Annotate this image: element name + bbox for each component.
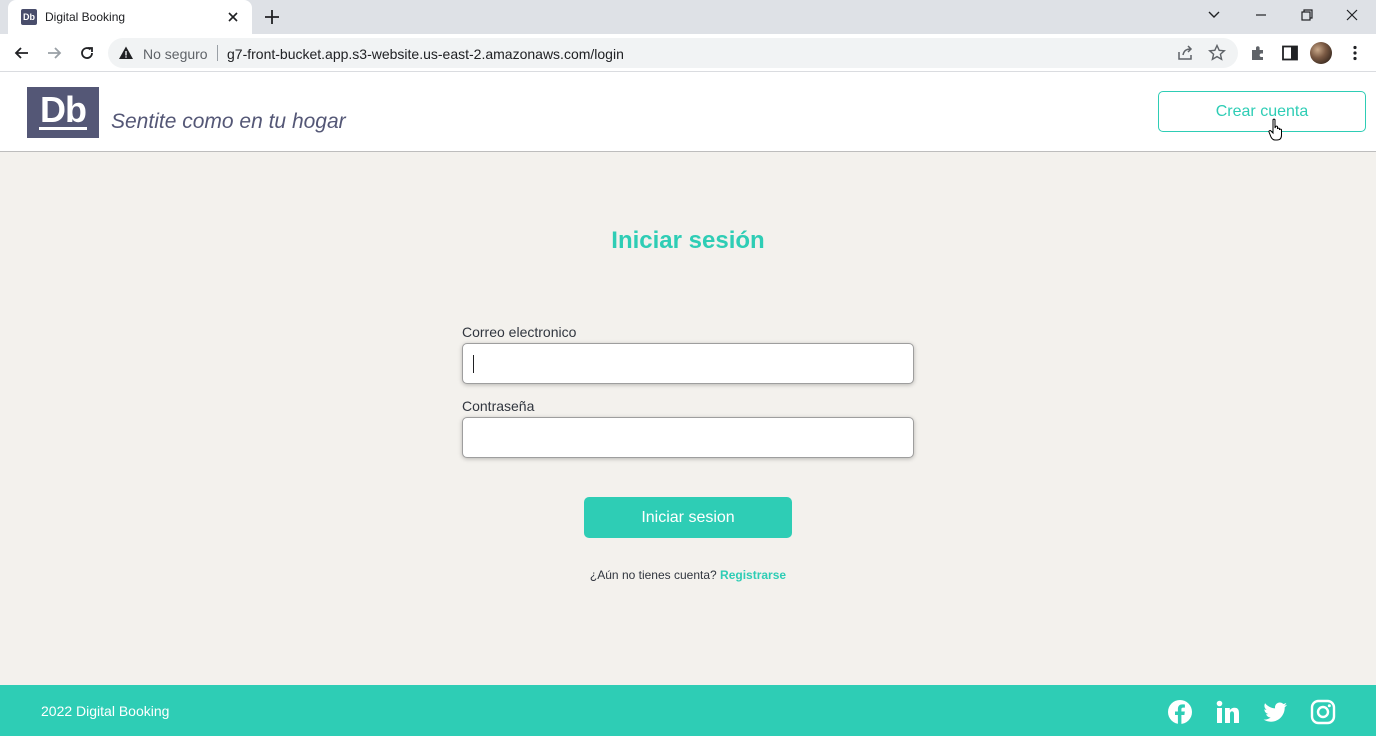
linkedin-icon[interactable] [1215,699,1241,725]
register-link[interactable]: Registrarse [720,568,786,582]
hand-pointer-icon [1268,118,1282,141]
bookmark-star-icon[interactable] [1207,43,1227,63]
site-slogan: Sentite como en tu hogar [111,110,346,133]
email-field[interactable] [462,343,914,384]
create-account-button[interactable]: Crear cuenta [1158,91,1366,132]
page-title: Iniciar sesión [611,227,765,254]
email-label: Correo electronico [462,324,577,340]
tab-title: Digital Booking [45,10,126,24]
restore-icon[interactable] [1293,4,1319,26]
copyright-text: 2022 Digital Booking [41,703,170,719]
reload-icon[interactable] [77,43,97,63]
minimize-icon[interactable] [1248,4,1274,26]
profile-avatar[interactable] [1310,42,1332,64]
twitter-icon[interactable] [1262,699,1288,725]
new-tab-icon[interactable] [262,7,282,27]
close-tab-icon[interactable] [224,8,242,26]
browser-toolbar: No seguro g7-front-bucket.app.s3-website… [0,34,1376,72]
site-header: Db Sentite como en tu hogar Crear cuenta [0,72,1376,152]
menu-kebab-icon[interactable] [1345,43,1365,63]
browser-tab[interactable]: Db Digital Booking [8,0,252,34]
password-label: Contraseña [462,398,535,414]
warning-icon[interactable] [118,45,134,61]
password-field[interactable] [462,417,914,458]
instagram-icon[interactable] [1310,699,1336,725]
register-prompt: ¿Aún no tienes cuenta? Registrarse [0,568,1376,582]
logo-text: Db [40,89,87,130]
address-bar[interactable]: No seguro g7-front-bucket.app.s3-website… [108,38,1238,68]
facebook-icon[interactable] [1167,699,1193,725]
tab-search-icon[interactable] [1201,4,1227,26]
back-arrow-icon[interactable] [12,43,32,63]
url-text[interactable]: g7-front-bucket.app.s3-website.us-east-2… [227,46,624,62]
side-panel-icon[interactable] [1280,43,1300,63]
site-logo[interactable]: Db [27,87,99,138]
close-window-icon[interactable] [1339,4,1365,26]
address-divider [217,45,218,61]
no-account-text: ¿Aún no tienes cuenta? [589,568,717,582]
forward-arrow-icon[interactable] [44,43,64,63]
text-caret [473,355,474,373]
site-footer: 2022 Digital Booking [0,685,1376,736]
share-icon[interactable] [1175,43,1195,63]
extensions-puzzle-icon[interactable] [1248,43,1268,63]
security-status[interactable]: No seguro [143,46,208,62]
browser-tab-strip: Db Digital Booking [0,0,1376,34]
login-section: Iniciar sesión Correo electronico Contra… [0,153,1376,685]
tab-favicon-icon: Db [21,9,37,25]
logo-underline [39,127,87,130]
login-submit-button[interactable]: Iniciar sesion [584,497,792,538]
